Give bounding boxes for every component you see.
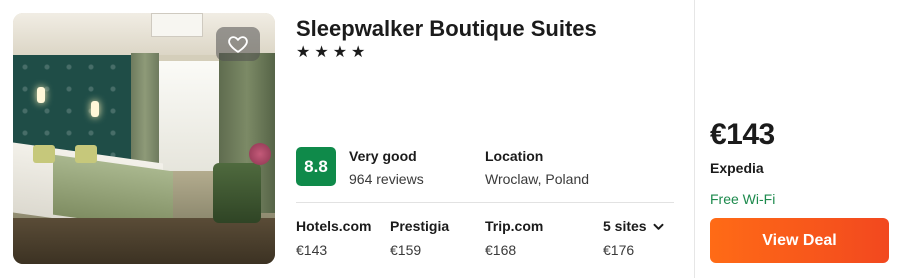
column-divider	[694, 0, 695, 278]
star-rating: ★ ★ ★ ★	[296, 43, 365, 63]
divider	[296, 202, 674, 203]
location-value[interactable]: Wroclaw, Poland	[485, 171, 589, 187]
rating-score-badge: 8.8	[296, 147, 336, 186]
deal-perk: Free Wi-Fi	[710, 191, 776, 207]
photo-lamp	[91, 101, 99, 117]
site-price: €168	[485, 242, 517, 258]
photo-flowers	[249, 143, 271, 165]
photo-lamp	[37, 87, 45, 103]
photo-chair	[213, 163, 261, 223]
star-icon: ★	[351, 44, 366, 61]
more-sites-dropdown[interactable]: 5 sites €176	[603, 218, 664, 258]
hotel-name[interactable]: Sleepwalker Boutique Suites	[296, 16, 597, 42]
rating-label: Very good	[349, 148, 417, 164]
photo-floor	[13, 218, 275, 264]
more-sites-text: 5 sites	[603, 218, 647, 234]
site-name: Trip.com	[485, 218, 544, 234]
photo-pillow	[75, 145, 97, 163]
site-price: €176	[603, 242, 635, 258]
star-icon: ★	[314, 44, 329, 61]
photo-air-conditioner	[151, 13, 203, 37]
photo-window	[159, 61, 221, 171]
chevron-down-icon	[653, 224, 664, 231]
deal-price: €143	[710, 118, 775, 151]
star-icon: ★	[296, 44, 311, 61]
favorite-button[interactable]	[216, 27, 260, 61]
view-deal-button[interactable]: View Deal	[710, 218, 889, 263]
site-offer-prestigia[interactable]: Prestigia €159	[390, 218, 449, 258]
site-offer-trip-com[interactable]: Trip.com €168	[485, 218, 543, 258]
review-count[interactable]: 964 reviews	[349, 171, 424, 187]
photo-pillow	[33, 145, 55, 163]
star-icon: ★	[332, 44, 348, 61]
deal-provider: Expedia	[710, 160, 764, 176]
hotel-result-card: Sleepwalker Boutique Suites ★ ★ ★ ★ 8.8 …	[0, 0, 907, 278]
site-offer-hotels-com[interactable]: Hotels.com €143	[296, 218, 371, 258]
site-name: Prestigia	[390, 218, 450, 234]
more-sites-label: 5 sites	[603, 218, 664, 234]
site-price: €143	[296, 242, 328, 258]
site-price: €159	[390, 242, 422, 258]
site-name: Hotels.com	[296, 218, 372, 234]
heart-icon	[228, 36, 248, 53]
location-label: Location	[485, 148, 544, 164]
